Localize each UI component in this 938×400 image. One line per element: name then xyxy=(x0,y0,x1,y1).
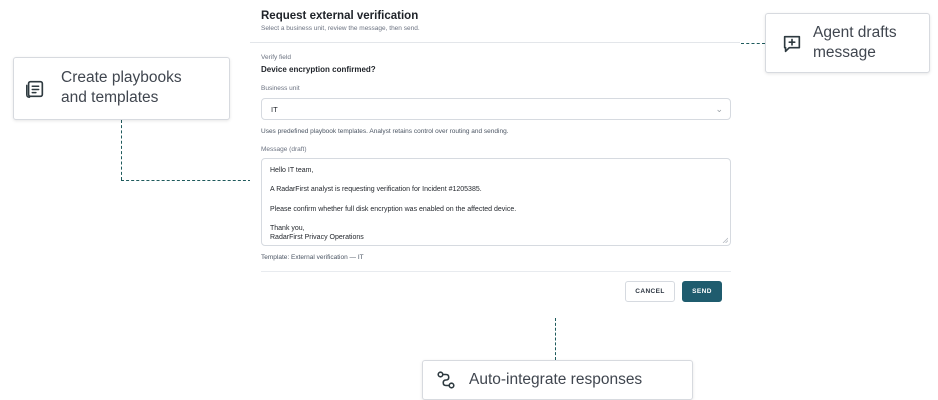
footer-divider xyxy=(261,271,731,272)
callout-playbooks: Create playbooks and templates xyxy=(13,57,230,120)
modal-subtitle: Select a business unit, review the messa… xyxy=(261,25,420,32)
connector-playbooks-horizontal xyxy=(121,180,251,181)
message-line: Thank you, xyxy=(270,225,305,232)
message-line: A RadarFirst analyst is requesting verif… xyxy=(270,186,482,193)
playbook-note: Uses predefined playbook templates. Anal… xyxy=(261,128,509,135)
playbook-icon xyxy=(26,80,44,98)
connector-integrate xyxy=(555,318,556,360)
message-line: Hello IT team, xyxy=(270,167,314,174)
message-textarea[interactable]: Hello IT team, A RadarFirst analyst is r… xyxy=(261,158,731,246)
chevron-down-icon: ⌄ xyxy=(715,104,723,114)
callout-playbooks-line1: Create playbooks xyxy=(61,69,182,86)
callout-integrate: Auto-integrate responses xyxy=(422,360,693,400)
verification-modal: Request external verification Select a b… xyxy=(250,0,740,318)
integration-icon xyxy=(437,371,455,389)
template-note: Template: External verification — IT xyxy=(261,254,364,261)
modal-header: Request external verification Select a b… xyxy=(250,6,740,43)
modal-title: Request external verification xyxy=(261,10,419,22)
message-line: Please confirm whether full disk encrypt… xyxy=(270,206,517,213)
add-message-icon xyxy=(783,35,801,53)
send-button[interactable]: SEND xyxy=(682,281,722,302)
callout-drafts-line1: Agent drafts xyxy=(813,24,897,41)
cancel-button[interactable]: CANCEL xyxy=(625,281,675,302)
verify-field-value: Device encryption confirmed? xyxy=(261,65,376,74)
callout-drafts-line2: message xyxy=(813,44,876,61)
resize-handle-icon[interactable] xyxy=(722,237,728,243)
business-unit-select[interactable]: IT ⌄ xyxy=(261,98,731,120)
verify-field-label: Verify field xyxy=(261,54,291,61)
message-line: RadarFirst Privacy Operations xyxy=(270,234,364,241)
business-unit-value: IT xyxy=(271,105,278,114)
connector-drafts xyxy=(741,43,765,44)
callout-drafts: Agent drafts message xyxy=(765,13,930,73)
business-unit-label: Business unit xyxy=(261,85,300,92)
callout-playbooks-line2: and templates xyxy=(61,89,159,106)
connector-playbooks-vertical xyxy=(121,120,122,180)
callout-integrate-label: Auto-integrate responses xyxy=(469,371,643,388)
message-label: Message (draft) xyxy=(261,146,307,153)
